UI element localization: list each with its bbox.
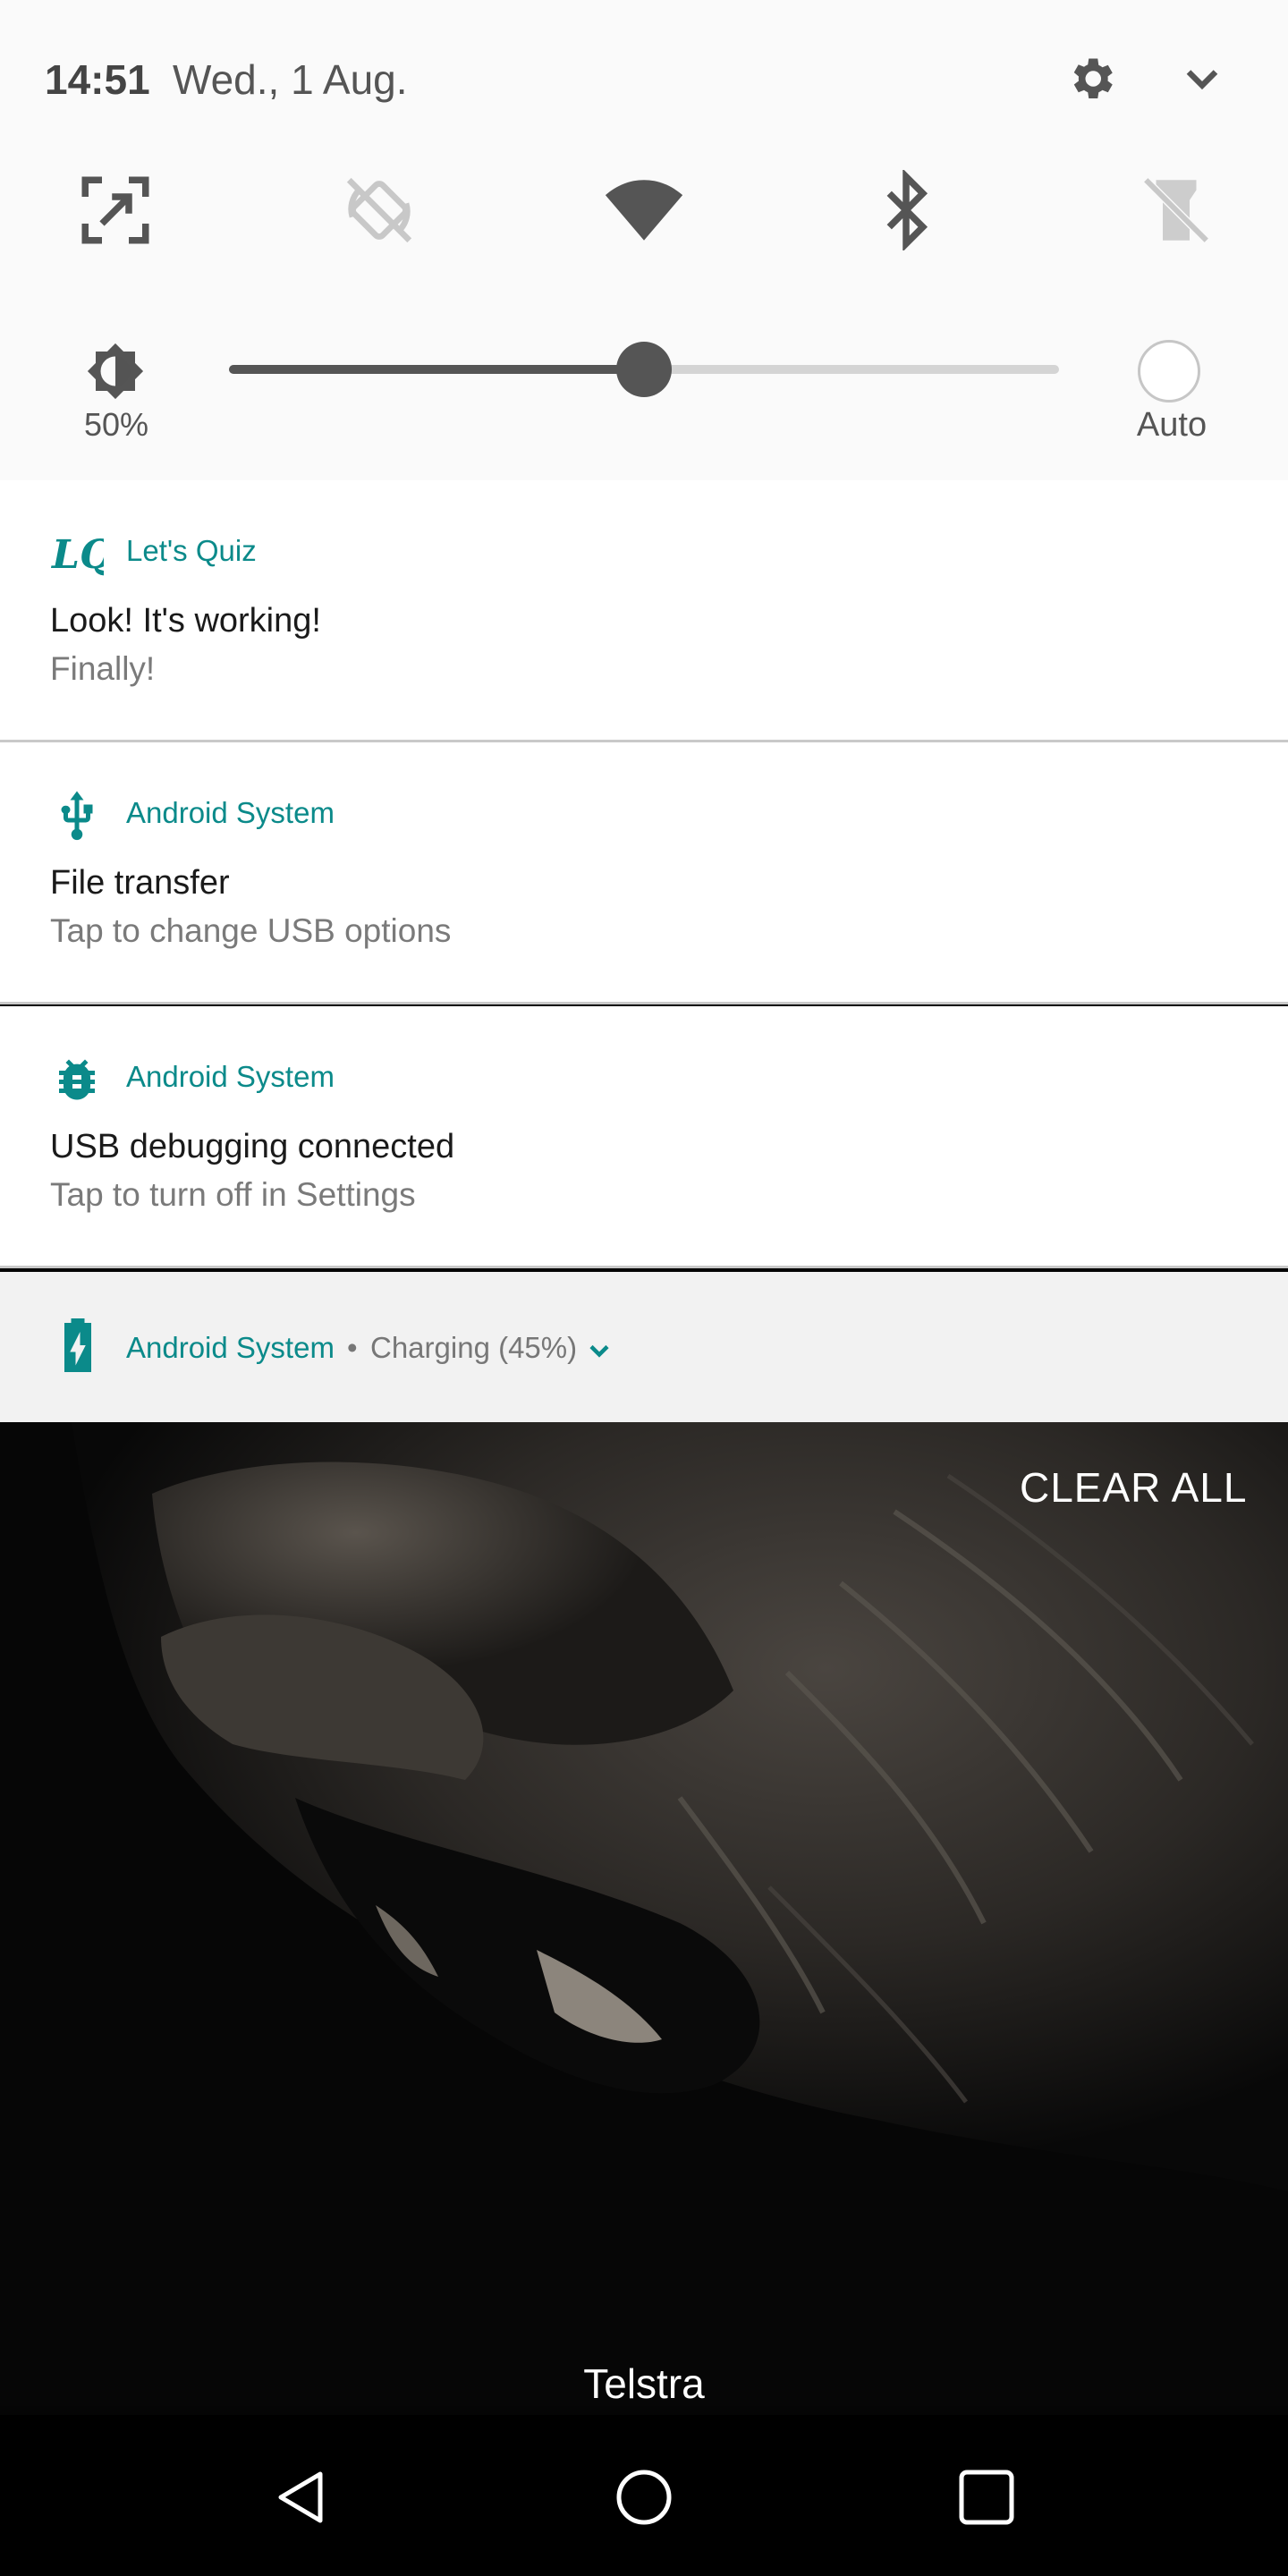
settings-gear-icon[interactable] [1064, 52, 1118, 106]
rotate-off-icon[interactable] [339, 170, 419, 250]
bluetooth-icon[interactable] [866, 168, 946, 252]
usb-icon [50, 789, 104, 843]
notification-title: File transfer [50, 864, 230, 902]
expand-notification-chevron-icon[interactable] [583, 1335, 615, 1367]
battery-charging-icon [57, 1318, 98, 1372]
notification-app-name: Android System [126, 796, 335, 829]
recents-icon[interactable] [951, 2462, 1022, 2533]
brightness-control: 50% Auto [0, 322, 1288, 447]
brightness-slider-fill [229, 365, 644, 374]
brightness-slider-thumb[interactable] [616, 342, 672, 397]
date[interactable]: Wed., 1 Aug. [173, 55, 408, 104]
quick-tiles-row [0, 161, 1288, 259]
home-icon[interactable] [608, 2462, 680, 2533]
auto-brightness-toggle[interactable] [1138, 340, 1200, 402]
notification-file-transfer[interactable]: Android System File transfer Tap to chan… [0, 742, 1288, 1004]
notification-text: Finally! [50, 650, 156, 687]
status-header: 14:51 Wed., 1 Aug. [0, 0, 1288, 161]
expand-chevron-icon[interactable] [1175, 52, 1229, 106]
brightness-percent: 50% [83, 406, 149, 443]
clear-all-button[interactable]: CLEAR ALL [1020, 1463, 1247, 1512]
separator-dot: • [347, 1331, 358, 1364]
flashlight-off-icon[interactable] [1136, 170, 1216, 250]
android-bug-icon [50, 1053, 104, 1106]
notification-title: USB debugging connected [50, 1128, 455, 1165]
notification-text: Tap to change USB options [50, 912, 452, 949]
quick-settings-panel: 14:51 Wed., 1 Aug. 50% Auto [0, 0, 1288, 482]
notification-text: Tap to turn off in Settings [50, 1176, 416, 1213]
notification-title: Look! It's working! [50, 602, 321, 640]
notification-usb-debugging[interactable]: Android System USB debugging connected T… [0, 1006, 1288, 1268]
lets-quiz-logo: LQ [50, 527, 114, 580]
notification-app-name: Android System [126, 1060, 335, 1093]
notification-app-name: Android System [126, 1331, 335, 1364]
charging-status: Charging (45%) [370, 1331, 578, 1364]
brightness-slider[interactable] [229, 342, 1059, 397]
notification-lets-quiz[interactable]: LQ Let's Quiz Look! It's working! Finall… [0, 480, 1288, 742]
navigation-bar [0, 2415, 1288, 2576]
clock: 14:51 [45, 56, 150, 103]
notification-charging[interactable]: Android System • Charging (45%) [0, 1272, 1288, 1422]
carrier-label: Telstra [583, 2360, 705, 2407]
back-icon[interactable] [265, 2462, 336, 2533]
auto-brightness-label: Auto [1136, 406, 1208, 444]
notification-app-name: Let's Quiz [126, 534, 257, 567]
lion-wallpaper [0, 1422, 1288, 2406]
svg-text:LQ: LQ [50, 532, 104, 578]
brightness-icon [86, 342, 145, 401]
screenshot-icon[interactable] [75, 170, 156, 250]
wifi-icon[interactable] [604, 170, 684, 250]
